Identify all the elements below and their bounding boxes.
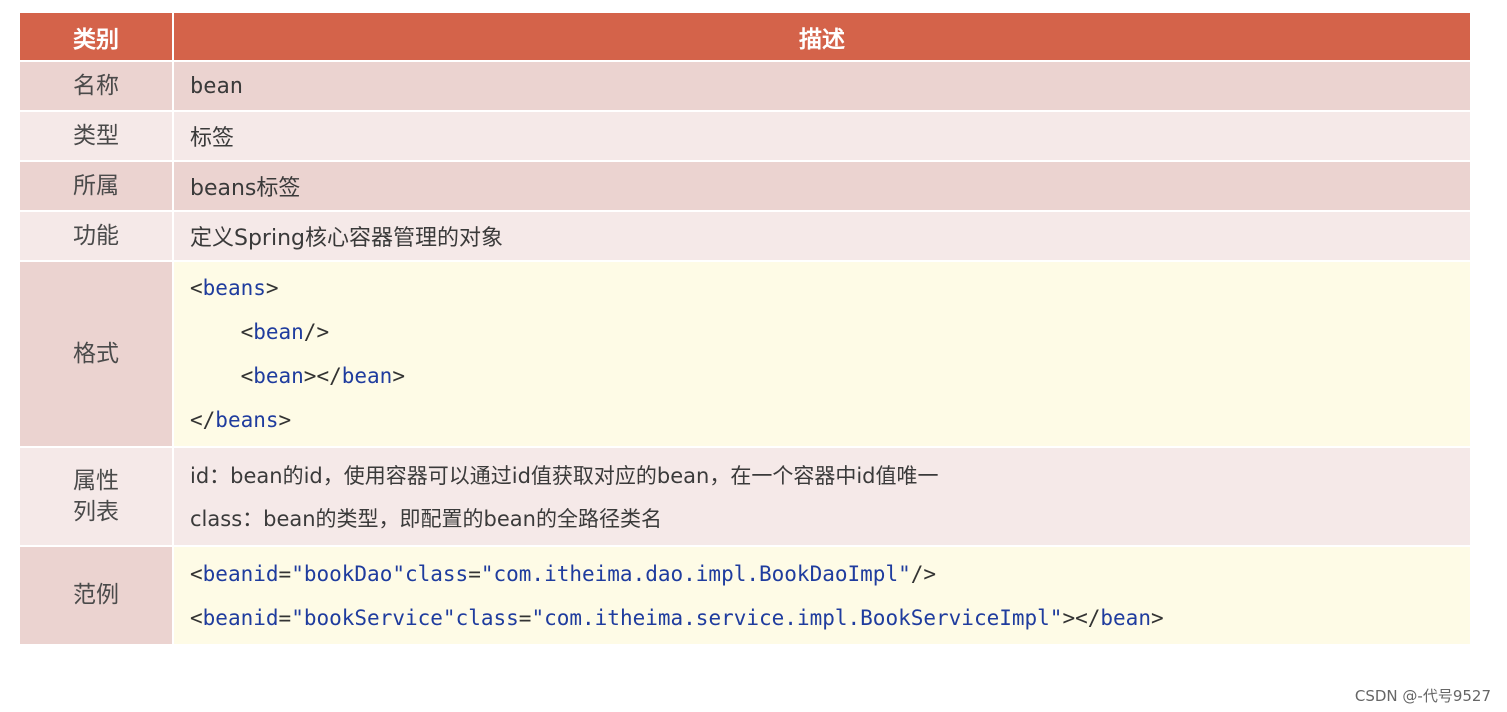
format-line-2: < bean/>	[190, 320, 330, 344]
attributes-label-line-2: 列表	[73, 498, 119, 525]
row-type-label: 类型	[20, 112, 172, 160]
row-name-value: bean	[174, 62, 1470, 110]
row-function-value: 定义Spring核心容器管理的对象	[174, 212, 1470, 260]
format-line-1: < beans >	[190, 276, 279, 300]
row-type-value: 标签	[174, 112, 1470, 160]
attributes-label-line-1: 属性	[73, 467, 119, 494]
bean-tag-table: 类别 描述 名称 bean 类型 标签 所属 beans标签 功能 定义Spri…	[20, 13, 1470, 644]
row-example-code: < bean id = "bookDao" class = "com.itheima.da…	[174, 547, 1470, 644]
row-name-label: 名称	[20, 62, 172, 110]
row-parent-label: 所属	[20, 162, 172, 210]
page: 类别 描述 名称 bean 类型 标签 所属 beans标签 功能 定义Spri…	[0, 0, 1507, 712]
attribute-id-line: id：bean的id，使用容器可以通过id值获取对应的bean，在一个容器中id…	[190, 464, 939, 488]
watermark: CSDN @-代号9527	[1354, 687, 1491, 705]
row-example-label: 范例	[20, 547, 172, 644]
example-line-2: < bean id = "bookService" class = "com.itheim…	[190, 605, 1164, 630]
row-function-label: 功能	[20, 212, 172, 260]
row-format-code: < beans > < bean/> < bean ></bean > </beans >	[174, 262, 1470, 446]
header-category: 类别	[20, 13, 172, 60]
row-attributes-label: 属性 列表	[20, 448, 172, 545]
row-format-label: 格式	[20, 262, 172, 446]
format-line-1-tag: beans	[202, 276, 266, 300]
header-description: 描述	[174, 13, 1470, 60]
row-attributes-list: id：bean的id，使用容器可以通过id值获取对应的bean，在一个容器中id…	[174, 448, 1470, 545]
format-line-4: </beans >	[190, 408, 292, 432]
example-line-1: < bean id = "bookDao" class = "com.itheima.da…	[190, 561, 937, 586]
attribute-class-line: class：bean的类型，即配置的bean的全路径类名	[190, 507, 662, 531]
row-parent-value: beans标签	[174, 162, 1470, 210]
format-line-3: < bean ></bean >	[190, 364, 405, 388]
